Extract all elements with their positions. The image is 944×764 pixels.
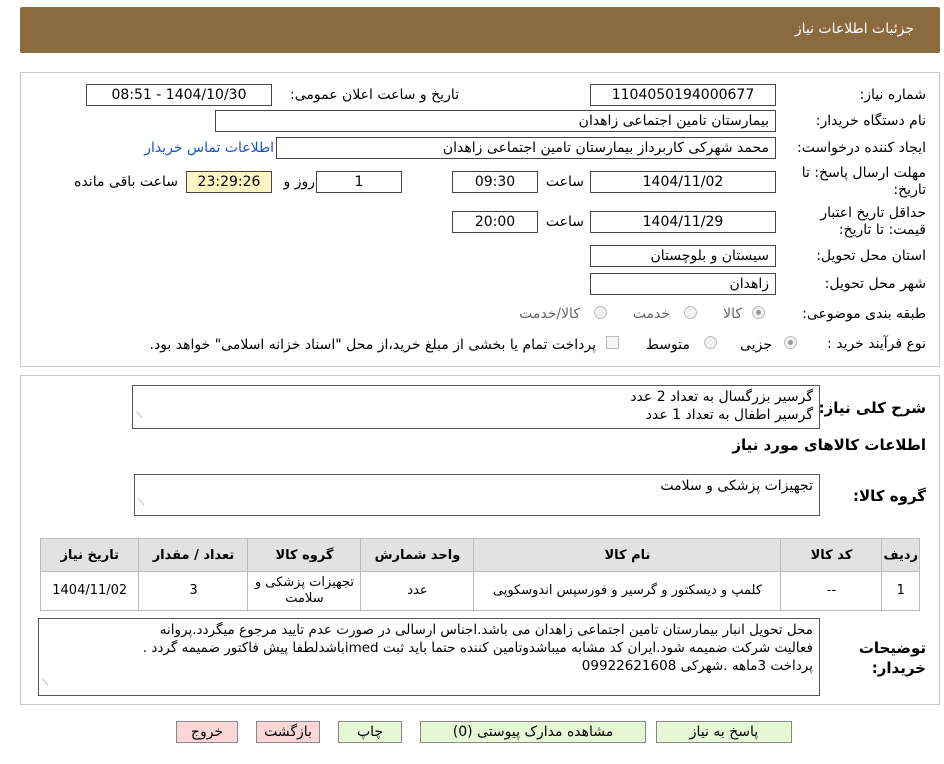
- table-row: 1 -- کلمپ و دیسکتور و گرسیر و فورسپس اند…: [39, 571, 920, 611]
- process-radio-minor[interactable]: [784, 336, 797, 349]
- table-header-row: ردیف کد کالا نام کالا واحد شمارش گروه کا…: [39, 538, 920, 572]
- remaining-time-field: 23:29:26: [186, 171, 272, 193]
- announce-date-field: 1404/10/30 - 08:51: [86, 84, 272, 106]
- requester-field: محمد شهرکی کاربرداز بیمارستان تامین اجتم…: [276, 137, 776, 159]
- validity-time-label: ساعت: [545, 214, 584, 230]
- deadline-time-field: 09:30: [452, 171, 538, 193]
- buyer-org-label: نام دستگاه خریدار:: [815, 113, 926, 129]
- cell-row-number: 1: [881, 571, 920, 611]
- goods-info-title: اطلاعات کالاهای مورد نیاز: [732, 436, 926, 454]
- cell-need-date: 1404/11/02: [39, 571, 140, 611]
- col-goods-name: نام کالا: [473, 538, 782, 572]
- treasury-payment-note: پرداخت تمام یا بخشی از مبلغ خرید،از محل …: [149, 337, 596, 353]
- col-goods-code: کد کالا: [780, 538, 883, 572]
- validity-time-field: 20:00: [452, 211, 538, 233]
- need-number-field: 1104050194000677: [590, 84, 776, 106]
- process-option-medium: متوسط: [646, 337, 690, 353]
- buyer-notes-label: توضیحات خریدار:: [858, 639, 926, 677]
- deadline-label: مهلت ارسال پاسخ: تا تاریخ:: [801, 165, 926, 198]
- category-option-goods: کالا: [723, 306, 742, 322]
- resize-grip-icon[interactable]: ⟋: [136, 407, 142, 425]
- category-label: طبقه بندی موضوعی:: [802, 306, 926, 322]
- col-unit: واحد شمارش: [360, 538, 475, 572]
- category-option-service: خدمت: [632, 306, 670, 322]
- process-type-label: نوع فرآیند خرید :: [827, 336, 926, 352]
- page-header: جزئیات اطلاعات نیاز: [20, 7, 940, 53]
- notes-line-2: فعالیت شرکت ضمیمه شود.ایران کد مشابه میب…: [142, 640, 813, 656]
- page-title: جزئیات اطلاعات نیاز: [794, 21, 914, 37]
- category-radio-goods[interactable]: [752, 306, 765, 319]
- summary-line-1: گرسیر بزرگسال به تعداد 2 عدد: [630, 389, 813, 405]
- buyer-contact-link[interactable]: اطلاعات تماس خریدار: [144, 140, 274, 156]
- requester-label: ایجاد کننده درخواست:: [797, 140, 926, 156]
- reply-button[interactable]: پاسخ به نیاز: [656, 721, 792, 743]
- category-option-goods-service: کالا/خدمت: [519, 306, 580, 322]
- notes-line-3: پرداخت 3ماهه .شهرکی 09922621608: [581, 658, 813, 674]
- category-radio-goods-service[interactable]: [594, 306, 607, 319]
- province-field: سیستان و بلوچستان: [590, 245, 776, 267]
- buyer-notes-textarea: محل تحویل انبار بیمارستان تامین اجتماعی …: [38, 618, 820, 696]
- goods-group-label: گروه کالا:: [853, 487, 926, 505]
- city-field: زاهدان: [590, 273, 776, 295]
- cell-goods-group: تجهیزات پزشکی و سلامت: [247, 571, 362, 611]
- treasury-payment-checkbox[interactable]: [606, 336, 619, 349]
- city-label: شهر محل تحویل:: [824, 276, 926, 292]
- back-button[interactable]: بازگشت: [256, 721, 320, 743]
- deadline-time-label: ساعت: [545, 174, 584, 190]
- col-quantity: تعداد / مقدار: [138, 538, 249, 572]
- validity-label: حداقل تاریخ اعتبار قیمت: تا تاریخ:: [820, 205, 926, 238]
- print-button[interactable]: چاپ: [338, 721, 402, 743]
- goods-group-textarea: تجهیزات پزشکی و سلامت ⟋: [134, 474, 820, 516]
- resize-grip-icon[interactable]: ⟋: [138, 494, 144, 512]
- process-option-minor: جزیی: [740, 337, 772, 353]
- process-radio-medium[interactable]: [704, 336, 717, 349]
- days-label: روز و: [283, 174, 316, 190]
- cell-goods-name: کلمپ و دیسکتور و گرسیر و فورسپس اندوسکوپ…: [473, 571, 782, 611]
- buyer-org-field: بیمارستان تامین اجتماعی زاهدان: [215, 110, 776, 132]
- exit-button[interactable]: خروج: [176, 721, 238, 743]
- category-radio-service[interactable]: [684, 306, 697, 319]
- notes-line-1: محل تحویل انبار بیمارستان تامین اجتماعی …: [159, 622, 813, 638]
- announce-date-label: تاریخ و ساعت اعلان عمومی:: [290, 87, 459, 103]
- resize-grip-icon[interactable]: ⟋: [42, 674, 48, 692]
- days-remaining-field: 1: [316, 171, 402, 193]
- cell-quantity: 3: [138, 571, 249, 611]
- province-label: استان محل تحویل:: [816, 248, 926, 264]
- col-need-date: تاریخ نیاز: [39, 538, 140, 572]
- goods-group-value: تجهیزات پزشکی و سلامت: [660, 478, 813, 494]
- summary-line-2: گرسیر اطفال به تعداد 1 عدد: [645, 407, 813, 423]
- goods-table: ردیف کد کالا نام کالا واحد شمارش گروه کا…: [39, 538, 920, 611]
- summary-label: شرح کلی نیاز:: [818, 399, 926, 417]
- col-goods-group: گروه کالا: [247, 538, 362, 572]
- deadline-date-field: 1404/11/02: [590, 171, 776, 193]
- summary-textarea: گرسیر بزرگسال به تعداد 2 عدد گرسیر اطفال…: [132, 385, 820, 429]
- need-number-label: شماره نیاز:: [859, 87, 927, 103]
- cell-goods-code: --: [780, 571, 883, 611]
- cell-unit: عدد: [360, 571, 475, 611]
- col-row-number: ردیف: [881, 538, 920, 572]
- validity-date-field: 1404/11/29: [590, 211, 776, 233]
- view-attachments-button[interactable]: مشاهده مدارک پیوستی (0): [420, 721, 646, 743]
- remaining-time-label: ساعت باقی مانده: [74, 174, 178, 190]
